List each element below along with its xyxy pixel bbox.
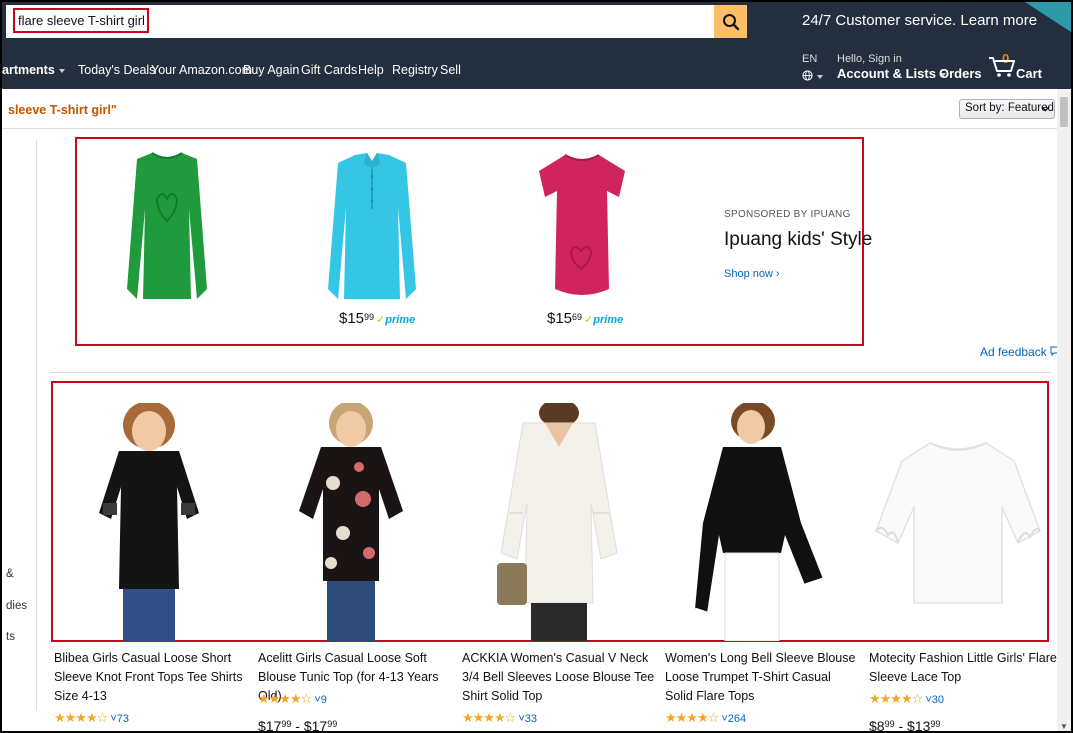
prime-badge: ✓prime	[584, 314, 623, 326]
product-rating[interactable]: ★★★★☆ ˅33	[462, 710, 537, 726]
star-rating-icon: ★★★★☆	[869, 691, 923, 706]
price-whole: 15	[347, 310, 365, 327]
price-fraction: 99	[884, 719, 895, 729]
product-rating[interactable]: ★★★★☆ ˅30	[869, 691, 944, 707]
promo-corner-decoration	[1025, 2, 1071, 32]
prime-badge: ✓prime	[376, 314, 415, 326]
cart-label[interactable]: Cart	[1016, 66, 1042, 81]
orders-link[interactable]: Orders	[939, 66, 982, 81]
cart-icon	[989, 57, 1015, 77]
section-divider	[50, 372, 1051, 373]
product-grid-highlight	[51, 381, 1049, 642]
product-image[interactable]	[693, 403, 828, 641]
customer-service-promo[interactable]: 24/7 Customer service. Learn more	[802, 12, 1037, 29]
nav-link-registry[interactable]: Registry	[392, 63, 438, 77]
price-whole: 8	[876, 718, 885, 733]
star-rating-icon: ★★★★☆	[462, 710, 516, 725]
product-price: $899 - $1399	[869, 718, 941, 733]
price-fraction: 99	[364, 312, 375, 322]
product-title[interactable]: Women's Long Bell Sleeve Blouse Loose Tr…	[665, 649, 860, 706]
product-rating[interactable]: ★★★★☆ ˅73	[54, 710, 129, 726]
sidebar-item-fragment[interactable]: dies	[6, 600, 27, 612]
departments-menu[interactable]: artments	[2, 63, 65, 77]
price-whole: 13	[914, 718, 931, 733]
product-rating[interactable]: ★★★★☆ ˅264	[665, 710, 746, 726]
sort-label: Sort by:	[965, 102, 1005, 114]
sidebar-divider	[36, 140, 37, 710]
ad-feedback-label: Ad feedback	[980, 345, 1047, 359]
search-header: 24/7 Customer service. Learn more	[2, 2, 1071, 39]
nav-link-todays-deals[interactable]: Today's Deals	[78, 63, 155, 77]
product-price: $1799 - $1799	[258, 718, 338, 733]
price-fraction: 69	[572, 312, 583, 322]
sponsored-by-label: SPONSORED BY IPUANG	[724, 209, 851, 220]
scrollbar-thumb[interactable]	[1060, 97, 1068, 127]
language-code[interactable]: EN	[802, 53, 817, 65]
nav-link-buy-again[interactable]: Buy Again	[243, 63, 299, 77]
search-icon	[722, 13, 739, 30]
review-count[interactable]: 33	[525, 713, 537, 725]
price-whole: 17	[265, 718, 282, 733]
prime-label: prime	[385, 314, 416, 326]
nav-bar: artments Today's Deals Your Amazon.com B…	[2, 39, 1071, 89]
sponsored-product-image[interactable]	[322, 149, 422, 304]
product-title[interactable]: Blibea Girls Casual Loose Short Sleeve K…	[54, 649, 249, 706]
globe-icon	[802, 70, 813, 81]
sponsored-product-image[interactable]	[117, 149, 217, 304]
price-fraction: 99	[930, 719, 941, 729]
nav-link-gift-cards[interactable]: Gift Cards	[301, 63, 357, 77]
sponsored-product-image[interactable]	[527, 149, 637, 304]
product-title[interactable]: Motecity Fashion Little Girls' Flare Sle…	[869, 649, 1064, 687]
product-image[interactable]	[868, 403, 1048, 641]
review-count[interactable]: 30	[932, 694, 944, 706]
star-rating-icon: ★★★★☆	[665, 710, 719, 725]
prime-check-icon: ✓	[376, 314, 386, 326]
sponsored-banner: $1599 ✓prime $1569 ✓prime SPONSORED BY IPU…	[75, 137, 872, 346]
search-button[interactable]	[714, 5, 747, 38]
star-rating-icon: ★★★★☆	[258, 691, 312, 706]
review-count[interactable]: 73	[117, 713, 129, 725]
nav-link-sell[interactable]: Sell	[440, 63, 461, 77]
review-count[interactable]: 9	[321, 694, 327, 706]
product-rating[interactable]: ★★★★☆ ˅9	[258, 691, 327, 707]
cart-button[interactable]	[988, 56, 1016, 83]
chevron-down-icon	[817, 74, 823, 79]
price-fraction: 99	[327, 719, 338, 729]
sort-dropdown[interactable]: Sort by: Featured	[959, 99, 1055, 119]
shop-now-link[interactable]: Shop now ›	[724, 268, 780, 280]
search-input[interactable]	[13, 8, 149, 33]
nav-link-your-amazon[interactable]: Your Amazon.com	[151, 63, 252, 77]
prime-check-icon: ✓	[584, 314, 594, 326]
sidebar-item-fragment[interactable]: ts	[6, 631, 15, 643]
product-image[interactable]	[493, 403, 623, 641]
account-lists-menu[interactable]: Account & Lists	[837, 66, 946, 81]
browser-frame: 24/7 Customer service. Learn more artmen…	[0, 0, 1073, 733]
results-bar: sleeve T-shirt girl" Sort by: Featured	[2, 89, 1071, 129]
sidebar-item-fragment[interactable]: &	[6, 568, 14, 580]
price-fraction: 99	[281, 719, 292, 729]
account-greeting: Hello, Sign in	[837, 53, 902, 65]
ad-feedback-link[interactable]: Ad feedback	[980, 345, 1060, 359]
account-lists-label: Account & Lists	[837, 66, 936, 81]
sponsored-brand-title[interactable]: Ipuang kids' Style	[724, 229, 872, 251]
price-whole: 15	[555, 310, 573, 327]
sponsored-product-price: $1599 ✓prime	[339, 310, 416, 327]
product-title[interactable]: ACKKIA Women's Casual V Neck 3/4 Bell Sl…	[462, 649, 657, 706]
language-selector[interactable]	[802, 68, 823, 86]
product-image[interactable]	[91, 403, 206, 641]
vertical-scrollbar[interactable]: ▼	[1057, 89, 1071, 731]
sponsored-product-price: $1569 ✓prime	[547, 310, 624, 327]
star-rating-icon: ★★★★☆	[54, 710, 108, 725]
chevron-down-icon	[58, 68, 65, 73]
search-box	[6, 5, 714, 38]
departments-label: artments	[2, 63, 55, 77]
review-count[interactable]: 264	[728, 713, 746, 725]
chevron-down-icon	[1041, 106, 1050, 112]
price-whole: 17	[311, 718, 328, 733]
scroll-down-icon[interactable]: ▼	[1060, 722, 1068, 731]
nav-link-help[interactable]: Help	[358, 63, 384, 77]
prime-label: prime	[593, 314, 624, 326]
search-query-text: sleeve T-shirt girl"	[8, 103, 117, 117]
product-image[interactable]	[293, 403, 408, 641]
